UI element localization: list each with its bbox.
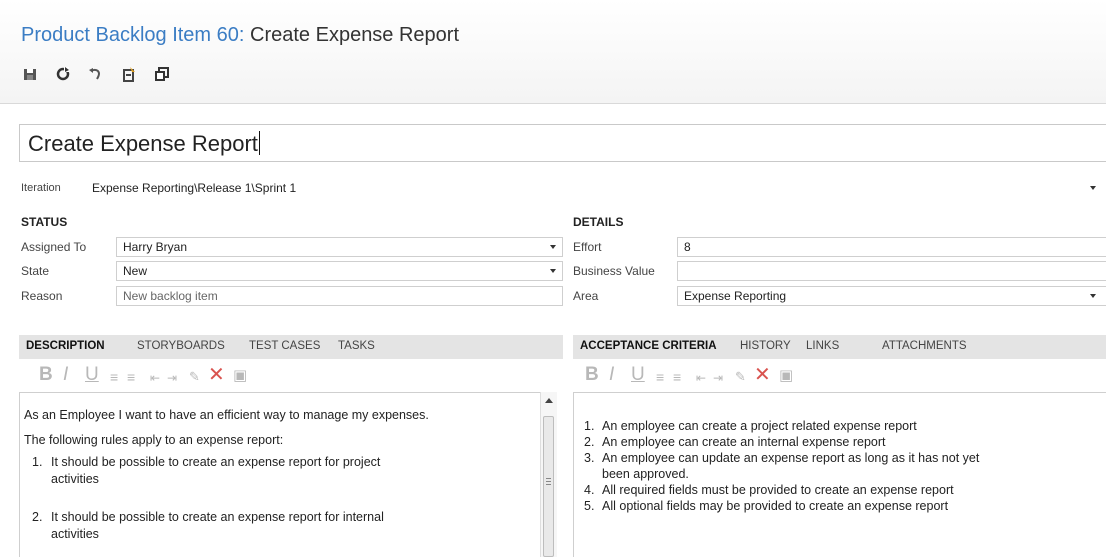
criteria-text-continued: been approved. <box>602 467 689 481</box>
chevron-down-icon <box>1090 294 1096 298</box>
rule-text: It should be possible to create an expen… <box>51 510 384 524</box>
highlight-icon[interactable]: ✎ <box>189 367 200 387</box>
bullet-list-icon[interactable]: ≡ <box>656 367 664 387</box>
paste-icon[interactable] <box>121 66 139 84</box>
work-item-type-id: Product Backlog Item 60: <box>21 24 245 46</box>
details-heading: DETAILS <box>573 215 624 229</box>
assigned-to-select[interactable]: Harry Bryan <box>116 237 563 257</box>
decrease-indent-icon[interactable]: ⇤ <box>150 368 160 388</box>
clear-format-icon[interactable]: ✕ <box>754 365 771 385</box>
rule-text: It should be possible to create an expen… <box>51 455 381 469</box>
criteria-number: 5. <box>584 499 595 513</box>
acceptance-format-toolbar: B I U ≡ ≡ ⇤ ⇥ ✎ ✕ ▣ <box>573 363 1106 389</box>
clear-format-icon[interactable]: ✕ <box>208 365 225 385</box>
title-value: Create Expense Report <box>28 131 258 156</box>
state-select[interactable]: New <box>116 261 563 281</box>
insert-image-icon[interactable]: ▣ <box>233 366 247 386</box>
insert-image-icon[interactable]: ▣ <box>779 366 793 386</box>
rule-number: 1. <box>32 455 43 469</box>
work-item-title: Product Backlog Item 60: Create Expense … <box>21 24 459 47</box>
grip-line <box>546 484 551 485</box>
increase-indent-icon[interactable]: ⇥ <box>167 368 177 388</box>
status-heading: STATUS <box>21 215 68 229</box>
work-item-header: Product Backlog Item 60: Create Expense … <box>0 0 1106 104</box>
iteration-value: Expense Reporting\Release 1\Sprint 1 <box>92 181 297 195</box>
tab-storyboards[interactable]: STORYBOARDS <box>137 340 225 352</box>
effort-label: Effort <box>573 240 602 254</box>
criteria-number: 4. <box>584 483 595 497</box>
criteria-number: 3. <box>584 451 595 465</box>
tab-history[interactable]: HISTORY <box>740 340 791 352</box>
description-format-toolbar: B I U ≡ ≡ ⇤ ⇥ ✎ ✕ ▣ <box>19 363 563 389</box>
highlight-icon[interactable]: ✎ <box>735 367 746 387</box>
chevron-down-icon <box>1090 186 1096 190</box>
description-scrollbar[interactable] <box>540 392 557 557</box>
grip-line <box>546 481 551 482</box>
tab-description[interactable]: DESCRIPTION <box>26 340 105 352</box>
area-label: Area <box>573 289 599 303</box>
criteria-number: 2. <box>584 435 595 449</box>
grip-line <box>546 478 551 479</box>
bold-icon[interactable]: B <box>585 365 599 385</box>
criteria-text: An employee can create a project related… <box>602 419 917 433</box>
bold-icon[interactable]: B <box>39 365 53 385</box>
criteria-text: An employee can create an internal expen… <box>602 435 886 449</box>
decrease-indent-icon[interactable]: ⇤ <box>696 368 706 388</box>
assigned-to-value: Harry Bryan <box>123 240 188 254</box>
save-icon[interactable] <box>22 66 40 84</box>
description-line-1: As an Employee I want to have an efficie… <box>24 408 429 422</box>
copy-icon[interactable] <box>154 66 172 84</box>
area-value: Expense Reporting <box>684 289 787 303</box>
numbered-list-icon[interactable]: ≡ <box>673 367 681 387</box>
numbered-list-icon[interactable]: ≡ <box>127 367 135 387</box>
rule-number: 2. <box>32 510 43 524</box>
tab-attachments[interactable]: ATTACHMENTS <box>882 340 967 352</box>
right-tab-bar: ACCEPTANCE CRITERIA HISTORY LINKS ATTACH… <box>573 335 1106 359</box>
bullet-list-icon[interactable]: ≡ <box>110 367 118 387</box>
italic-icon[interactable]: I <box>63 365 68 385</box>
iteration-label: Iteration <box>21 182 61 194</box>
acceptance-criteria-editor[interactable]: 1. An employee can create a project rela… <box>573 392 1106 557</box>
tab-test-cases[interactable]: TEST CASES <box>249 340 320 352</box>
iteration-select[interactable]: Expense Reporting\Release 1\Sprint 1 <box>88 179 1106 199</box>
scroll-thumb[interactable] <box>543 416 554 557</box>
chevron-down-icon <box>550 245 556 249</box>
italic-icon[interactable]: I <box>609 365 614 385</box>
reason-value: New backlog item <box>123 289 218 303</box>
tab-tasks[interactable]: TASKS <box>338 340 375 352</box>
criteria-text: An employee can update an expense report… <box>602 451 980 465</box>
text-caret <box>258 131 260 155</box>
criteria-text: All required fields must be provided to … <box>602 483 954 497</box>
rule-text-continued: activities <box>51 527 99 541</box>
tab-acceptance-criteria[interactable]: ACCEPTANCE CRITERIA <box>580 340 717 352</box>
state-label: State <box>21 264 50 278</box>
area-select[interactable]: Expense Reporting <box>677 286 1106 306</box>
business-value-field[interactable] <box>677 261 1106 281</box>
increase-indent-icon[interactable]: ⇥ <box>713 368 723 388</box>
title-field[interactable]: Create Expense Report <box>19 124 1106 162</box>
criteria-number: 1. <box>584 419 595 433</box>
reason-label: Reason <box>21 289 63 303</box>
work-item-name: Create Expense Report <box>250 24 460 46</box>
reason-field[interactable]: New backlog item <box>116 286 563 306</box>
underline-icon[interactable]: U <box>631 365 645 385</box>
undo-icon[interactable] <box>88 66 106 84</box>
tab-links[interactable]: LINKS <box>806 340 839 352</box>
description-line-2: The following rules apply to an expense … <box>24 433 284 447</box>
left-tab-bar: DESCRIPTION STORYBOARDS TEST CASES TASKS <box>19 335 563 359</box>
business-value-label: Business Value <box>573 264 655 278</box>
state-value: New <box>123 264 148 278</box>
chevron-down-icon <box>550 269 556 273</box>
refresh-icon[interactable] <box>55 66 73 84</box>
assigned-to-label: Assigned To <box>21 240 87 254</box>
effort-field[interactable]: 8 <box>677 237 1106 257</box>
description-editor[interactable]: As an Employee I want to have an efficie… <box>19 392 557 557</box>
scroll-up-arrow-icon[interactable] <box>545 398 553 403</box>
effort-value: 8 <box>684 240 691 254</box>
underline-icon[interactable]: U <box>85 365 99 385</box>
criteria-text: All optional fields may be provided to c… <box>602 499 949 513</box>
rule-text-continued: activities <box>51 472 99 486</box>
